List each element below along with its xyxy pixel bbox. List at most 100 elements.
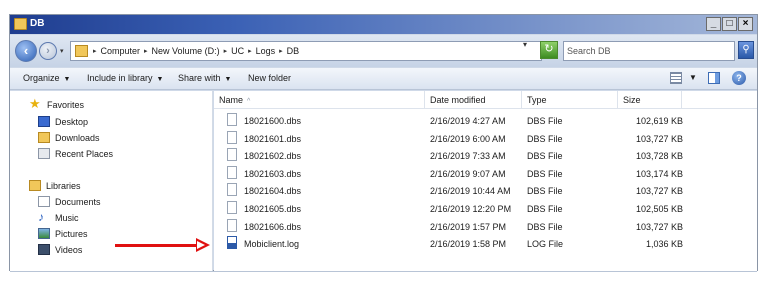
annotation-arrow-head-inner xyxy=(197,241,205,249)
table-row[interactable]: 18021605.dbs 2/16/2019 12:20 PM DBS File 10… xyxy=(214,200,757,217)
annotation-arrow-shaft xyxy=(115,244,198,247)
search-input[interactable]: Search DB xyxy=(563,41,735,61)
documents-icon xyxy=(38,196,50,207)
file-name: 18021600.dbs xyxy=(244,116,302,126)
breadcrumb-uc[interactable]: UC xyxy=(231,46,244,56)
refresh-button[interactable]: ↻ xyxy=(540,41,558,59)
file-type: DBS File xyxy=(527,204,563,214)
preview-pane-icon[interactable] xyxy=(708,72,720,84)
document-icon xyxy=(227,113,237,126)
close-button[interactable]: × xyxy=(738,17,753,31)
nav-favorites-label: Favorites xyxy=(47,99,85,110)
document-icon xyxy=(227,165,237,179)
history-dropdown-icon[interactable]: ▾ xyxy=(60,47,64,55)
file-size: 103,728 KB xyxy=(635,151,683,162)
file-date: 2/16/2019 6:00 AM xyxy=(430,133,506,144)
column-header-type[interactable]: Type xyxy=(522,91,618,109)
chevron-right-icon[interactable]: ▸ xyxy=(93,47,97,56)
chevron-right-icon[interactable]: ▸ xyxy=(144,47,148,56)
file-date: 2/16/2019 4:27 AM xyxy=(430,116,506,126)
sort-ascending-icon: ^ xyxy=(247,98,251,105)
include-in-library-menu[interactable]: Include in library ▼ xyxy=(87,73,163,83)
address-dropdown-icon[interactable]: ▾ xyxy=(523,40,527,49)
table-row[interactable]: 18021606.dbs 2/16/2019 1:57 PM DBS File 103… xyxy=(214,218,757,235)
nav-downloads[interactable]: Downloads xyxy=(38,132,100,143)
table-row[interactable]: 18021600.dbs 2/16/2019 4:27 AM DBS File 102… xyxy=(214,112,757,129)
file-size: 1,036 KB xyxy=(645,239,683,250)
file-size: 103,727 KB xyxy=(635,221,683,232)
chevron-right-icon[interactable]: ▸ xyxy=(279,47,283,56)
nav-music[interactable]: ♪ Music xyxy=(38,211,79,223)
chevron-down-icon: ▼ xyxy=(224,76,232,83)
minimize-button[interactable]: _ xyxy=(706,17,721,31)
address-field[interactable]: ▸ Computer ▸ New Volume (D:) ▸ UC ▸ Logs… xyxy=(70,41,542,61)
chevron-right-icon[interactable]: ▸ xyxy=(224,47,228,56)
nav-pictures-label: Pictures xyxy=(55,228,88,239)
command-bar: Organize ▼ Include in library ▼ Share with… xyxy=(10,68,757,90)
new-folder-button[interactable]: New folder xyxy=(248,73,291,83)
folder-icon xyxy=(14,18,27,30)
back-button[interactable]: ‹ xyxy=(15,40,37,62)
file-date: 2/16/2019 9:07 AM xyxy=(430,168,506,179)
chevron-down-icon: ▼ xyxy=(156,76,164,83)
search-icon[interactable]: ⚲ xyxy=(738,41,754,59)
file-name: 18021605.dbs xyxy=(244,204,302,214)
file-type: DBS File xyxy=(527,133,563,144)
document-icon xyxy=(227,183,237,197)
nav-libraries-label: Libraries xyxy=(46,180,81,191)
file-type: DBS File xyxy=(527,168,563,179)
maximize-button[interactable]: □ xyxy=(722,17,737,31)
nav-recent-places[interactable]: Recent Places xyxy=(38,148,113,159)
nav-pictures[interactable]: Pictures xyxy=(38,228,88,239)
nav-desktop-label: Desktop xyxy=(55,116,89,127)
file-type: DBS File xyxy=(527,151,563,162)
column-header-size[interactable]: Size xyxy=(618,91,682,109)
column-header-name[interactable]: Name ^ xyxy=(214,91,425,109)
file-name: Mobiclient.log xyxy=(244,239,300,250)
title-bar[interactable]: DB _ □ × xyxy=(10,15,757,34)
search-placeholder: Search DB xyxy=(567,46,611,56)
table-row[interactable]: Mobiclient.log 2/16/2019 1:58 PM LOG File 1… xyxy=(214,235,757,252)
file-size: 102,619 KB xyxy=(635,116,683,126)
pictures-icon xyxy=(38,228,50,239)
document-icon xyxy=(227,218,237,232)
breadcrumb-computer[interactable]: Computer xyxy=(101,46,141,56)
table-row[interactable]: 18021601.dbs 2/16/2019 6:00 AM DBS File 103… xyxy=(214,130,757,147)
libraries-icon xyxy=(29,180,41,191)
share-with-menu[interactable]: Share with ▼ xyxy=(178,73,231,83)
breadcrumb-new-volume[interactable]: New Volume (D:) xyxy=(152,46,220,56)
file-date: 2/16/2019 1:57 PM xyxy=(430,221,507,232)
column-header-row: Name ^ Date modified Type Size xyxy=(214,91,757,109)
file-name: 18021602.dbs xyxy=(244,151,302,162)
breadcrumb-db[interactable]: DB xyxy=(287,46,300,56)
chevron-down-icon[interactable]: ▼ xyxy=(689,73,697,82)
table-row[interactable]: 18021602.dbs 2/16/2019 7:33 AM DBS File 103… xyxy=(214,147,757,164)
file-size: 103,727 KB xyxy=(635,186,683,197)
nav-videos[interactable]: Videos xyxy=(38,244,82,255)
file-list: Name ^ Date modified Type Size 18021600.d… xyxy=(214,91,757,271)
log-file-icon xyxy=(227,236,237,250)
nav-desktop[interactable]: Desktop xyxy=(38,116,88,127)
nav-favorites[interactable]: ★ Favorites xyxy=(29,97,85,111)
organize-menu[interactable]: Organize ▼ xyxy=(23,73,70,83)
breadcrumb-logs[interactable]: Logs xyxy=(256,46,276,56)
file-size: 103,174 KB xyxy=(635,168,683,179)
file-date: 2/16/2019 7:33 AM xyxy=(430,151,506,162)
nav-downloads-label: Downloads xyxy=(55,132,100,143)
table-row[interactable]: 18021604.dbs 2/16/2019 10:44 AM DBS File 10… xyxy=(214,182,757,199)
table-row[interactable]: 18021603.dbs 2/16/2019 9:07 AM DBS File 103… xyxy=(214,165,757,182)
document-icon xyxy=(227,148,237,162)
nav-documents[interactable]: Documents xyxy=(38,196,101,207)
nav-libraries[interactable]: Libraries xyxy=(29,180,81,191)
column-header-date[interactable]: Date modified xyxy=(425,91,522,109)
forward-button[interactable]: › xyxy=(39,42,57,60)
view-options-icon[interactable] xyxy=(670,72,682,84)
chevron-right-icon[interactable]: ▸ xyxy=(248,47,252,56)
share-with-label: Share with xyxy=(178,73,221,83)
file-name: 18021601.dbs xyxy=(244,133,302,144)
column-name-label: Name xyxy=(219,95,244,105)
nav-videos-label: Videos xyxy=(55,244,83,255)
help-icon[interactable]: ? xyxy=(732,71,746,85)
file-type: LOG File xyxy=(527,239,564,250)
file-date: 2/16/2019 10:44 AM xyxy=(430,186,511,197)
